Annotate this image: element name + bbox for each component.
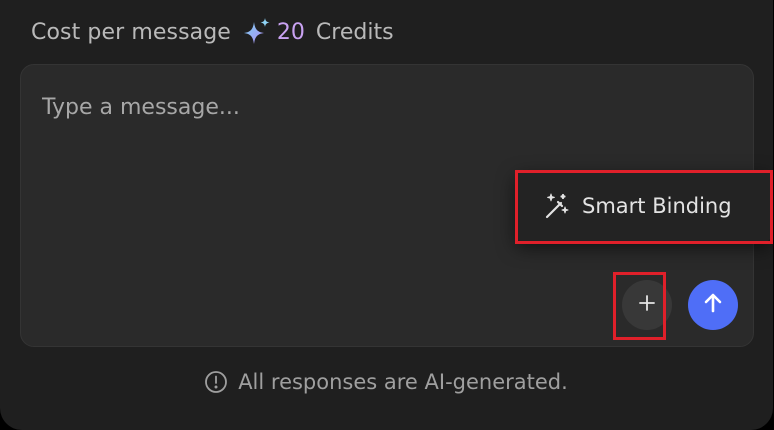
credits-amount: 20 bbox=[276, 19, 305, 45]
info-icon bbox=[204, 370, 228, 394]
chat-panel: Cost per message 20 Credits Type a messa… bbox=[0, 0, 773, 430]
cost-per-message-row: Cost per message 20 Credits bbox=[31, 17, 394, 47]
sparkle-icon bbox=[242, 17, 272, 47]
smart-binding-label: Smart Binding bbox=[582, 194, 732, 218]
disclaimer-text: All responses are AI-generated. bbox=[238, 370, 568, 394]
arrow-up-icon bbox=[701, 291, 725, 319]
plus-icon bbox=[637, 293, 657, 317]
send-button[interactable] bbox=[688, 280, 738, 330]
ai-disclaimer: All responses are AI-generated. bbox=[0, 367, 774, 397]
cost-label: Cost per message bbox=[31, 19, 231, 45]
smart-binding-button[interactable]: Smart Binding bbox=[515, 170, 772, 242]
add-attachment-button[interactable] bbox=[622, 280, 672, 330]
magic-wand-icon bbox=[541, 190, 573, 222]
credits-unit: Credits bbox=[315, 19, 394, 45]
message-input[interactable] bbox=[42, 87, 732, 127]
